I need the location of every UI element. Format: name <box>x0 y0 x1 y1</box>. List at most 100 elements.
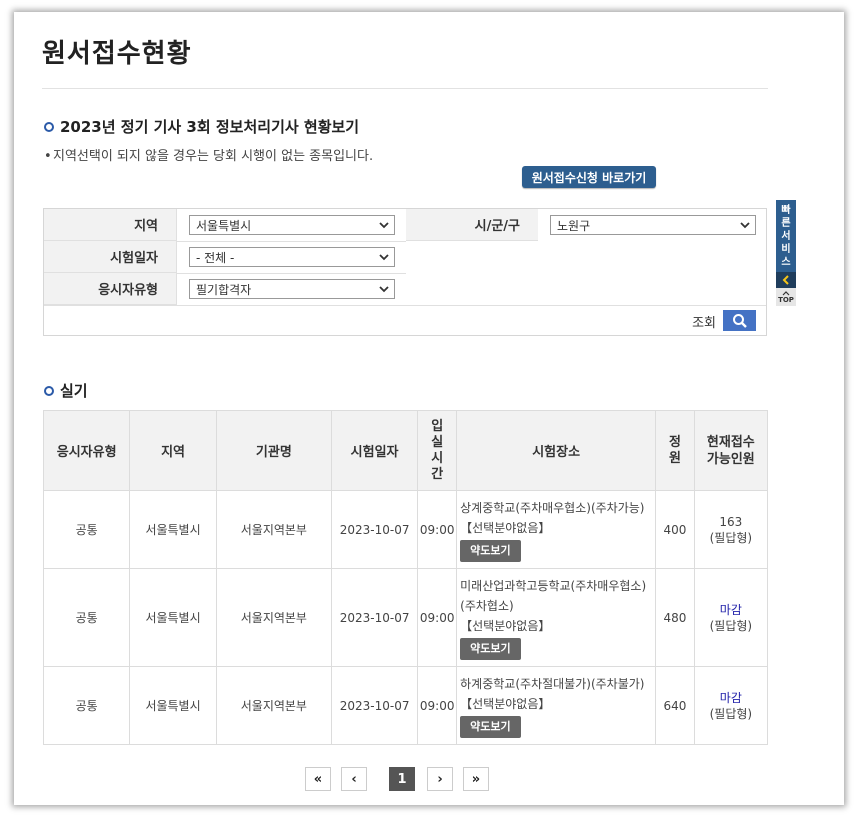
city-select-value: 노원구 <box>557 218 591 233</box>
table-row: 공통 서울특별시 서울지역본부 2023-10-07 09:00 미래산업과학고… <box>42 568 769 667</box>
cell-current: 163 (필답형) <box>693 490 769 569</box>
header-type: 응시자유형 <box>42 410 131 491</box>
table-row: 공통 서울특별시 서울지역본부 2023-10-07 09:00 하계중학교(주… <box>42 666 769 745</box>
quick-service-button[interactable]: 빠 른 서 비 스 <box>776 200 796 272</box>
collapse-panel-button[interactable] <box>776 272 796 288</box>
section-title: 2023년 정기 기사 3회 정보처리기사 현황보기 <box>60 118 360 136</box>
cell-org: 서울지역본부 <box>215 568 333 667</box>
header-place: 시험장소 <box>456 410 657 491</box>
type-select[interactable]: 필기합격자 <box>189 279 395 299</box>
city-label: 시/군/구 <box>406 209 538 241</box>
quick-service-char: 빠 <box>781 204 791 216</box>
region-select[interactable]: 서울특별시 <box>189 215 395 235</box>
current-sub: (필답형) <box>709 706 753 721</box>
header-entry-time-char: 실 <box>431 434 444 450</box>
cell-time: 09:00 <box>417 490 458 569</box>
search-icon <box>732 313 747 328</box>
quick-service-char: 스 <box>781 256 791 268</box>
page-title: 원서접수현황 <box>42 39 192 69</box>
cell-divider <box>176 209 177 305</box>
quick-service-char: 비 <box>781 243 791 255</box>
header-date: 시험일자 <box>330 410 419 491</box>
pagination: « ‹ 1 › » <box>305 767 499 791</box>
cell-current: 마감 (필답형) <box>693 666 769 745</box>
cell-divider <box>176 273 406 274</box>
table-header-row: 응시자유형 지역 기관명 시험일자 입 실 시 간 시험장소 정 원 현재접수 … <box>42 410 769 491</box>
cell-region: 서울특별시 <box>129 490 217 569</box>
cell-current: 마감 (필답형) <box>693 568 769 667</box>
cell-capacity: 640 <box>655 666 695 745</box>
cell-time: 09:00 <box>417 666 458 745</box>
chevron-down-icon <box>740 222 750 229</box>
header-capacity-char: 정 <box>668 434 681 450</box>
place-sub: 【선택분야없음】 <box>460 618 551 633</box>
map-button[interactable]: 약도보기 <box>460 637 521 660</box>
header-org: 기관명 <box>215 410 333 491</box>
type-select-value: 필기합격자 <box>196 282 252 297</box>
cell-region: 서울특별시 <box>129 568 217 667</box>
header-entry-time-char: 간 <box>431 466 444 482</box>
place-name: 상계중학교(주차매우협소)(주차가능) <box>460 500 645 515</box>
cell-place: 상계중학교(주차매우협소)(주차가능) 【선택분야없음】 약도보기 <box>456 490 657 569</box>
cell-place: 하계중학교(주차절대불가)(주차불가) 【선택분야없음】 약도보기 <box>456 666 657 745</box>
cell-type: 공통 <box>42 666 131 745</box>
date-select-value: - 전체 - <box>196 250 235 265</box>
header-capacity-char: 원 <box>668 450 681 466</box>
current-value: 163 <box>719 514 743 529</box>
cell-place: 미래산업과학고등학교(주차매우협소)(주차협소) 【선택분야없음】 약도보기 <box>456 568 657 667</box>
quick-service-panel: 빠 른 서 비 스 TOP <box>776 200 796 306</box>
cell-org: 서울지역본부 <box>215 490 333 569</box>
current-sub: (필답형) <box>709 618 753 633</box>
cell-divider <box>176 241 406 242</box>
date-select[interactable]: - 전체 - <box>189 247 395 267</box>
map-button[interactable]: 약도보기 <box>460 715 521 738</box>
chevron-down-icon <box>379 222 389 229</box>
header-capacity: 정 원 <box>655 410 695 491</box>
quick-service-char: 서 <box>781 230 791 242</box>
next-page-button[interactable]: › <box>427 767 453 791</box>
bullet-circle-icon <box>44 121 54 132</box>
page-1-button[interactable]: 1 <box>389 767 415 791</box>
section-heading-practical: 실기 <box>44 380 88 401</box>
cell-region: 서울특별시 <box>129 666 217 745</box>
header-entry-time-char: 시 <box>431 450 444 466</box>
notice-text: •지역선택이 되지 않을 경우는 당회 시행이 없는 종목입니다. <box>44 147 394 167</box>
search-button[interactable] <box>723 310 756 331</box>
region-select-value: 서울특별시 <box>196 218 252 233</box>
header-entry-time-char: 입 <box>431 418 444 434</box>
cell-divider <box>44 305 766 306</box>
apply-shortcut-button[interactable]: 원서접수신청 바로가기 <box>522 166 656 188</box>
place-name: 미래산업과학고등학교(주차매우협소)(주차협소) <box>460 578 647 613</box>
first-page-button[interactable]: « <box>305 767 331 791</box>
place-name: 하계중학교(주차절대불가)(주차불가) <box>460 676 645 691</box>
map-button[interactable]: 약도보기 <box>460 539 521 562</box>
current-value: 마감 <box>719 602 742 617</box>
top-label: TOP <box>778 295 794 304</box>
city-select[interactable]: 노원구 <box>550 215 756 235</box>
cell-date: 2023-10-07 <box>330 490 419 569</box>
cell-type: 공통 <box>42 490 131 569</box>
header-current-line: 가능인원 <box>706 451 755 467</box>
title-divider <box>42 88 768 89</box>
region-label: 지역 <box>44 209 176 241</box>
scroll-top-button[interactable]: TOP <box>776 288 796 306</box>
cell-date: 2023-10-07 <box>330 568 419 667</box>
current-value: 마감 <box>719 690 742 705</box>
type-label: 응시자유형 <box>44 273 176 305</box>
prev-page-button[interactable]: ‹ <box>341 767 367 791</box>
chevron-down-icon <box>379 286 389 293</box>
header-entry-time: 입 실 시 간 <box>417 410 458 491</box>
chevron-down-icon <box>379 254 389 261</box>
cell-date: 2023-10-07 <box>330 666 419 745</box>
place-sub: 【선택분야없음】 <box>460 520 551 535</box>
header-region: 지역 <box>129 410 217 491</box>
place-sub: 【선택분야없음】 <box>460 696 551 711</box>
date-label: 시험일자 <box>44 241 176 273</box>
current-sub: (필답형) <box>709 530 753 545</box>
last-page-button[interactable]: » <box>463 767 489 791</box>
cell-org: 서울지역본부 <box>215 666 333 745</box>
query-label: 조회 <box>692 316 716 331</box>
results-table: 응시자유형 지역 기관명 시험일자 입 실 시 간 시험장소 정 원 현재접수 … <box>42 410 769 745</box>
search-form: 지역 서울특별시 시/군/구 노원구 시험일자 - 전체 - 응시자유형 필기합… <box>43 208 767 336</box>
header-current: 현재접수 가능인원 <box>693 410 769 491</box>
